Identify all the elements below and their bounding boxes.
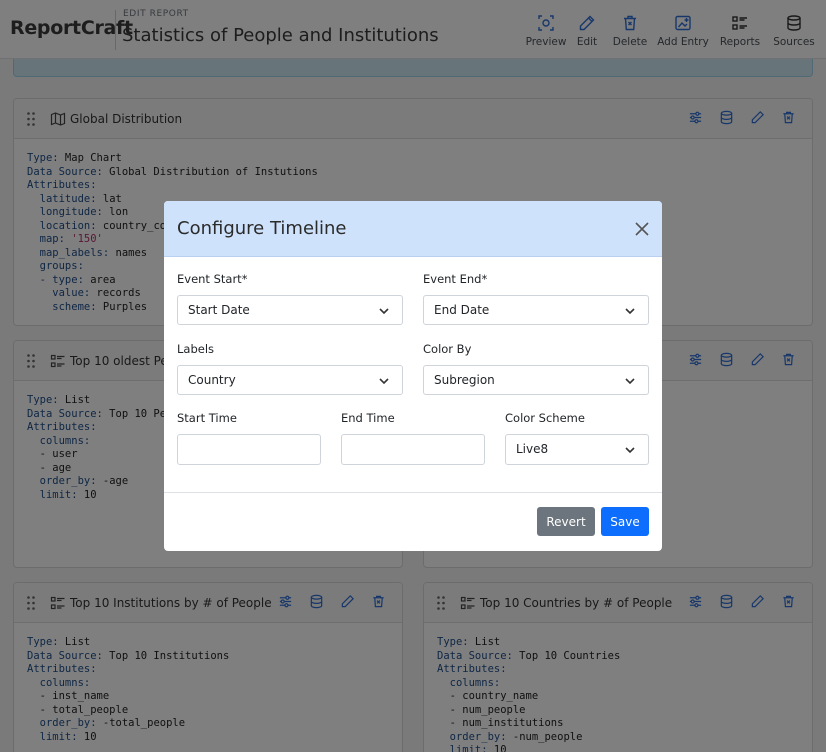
chevron-down-icon — [379, 378, 389, 385]
chevron-down-icon — [625, 447, 635, 454]
revert-button[interactable]: Revert — [537, 507, 595, 536]
color-by-label: Color By — [423, 342, 472, 356]
start-time-input[interactable] — [177, 434, 321, 465]
chevron-down-icon — [625, 308, 635, 315]
chevron-down-icon — [379, 308, 389, 315]
configure-timeline-dialog: Configure Timeline Event Start* Start Da… — [164, 201, 662, 551]
event-start-value: Start Date — [188, 303, 250, 317]
event-start-label: Event Start* — [177, 272, 248, 286]
end-time-label: End Time — [341, 411, 395, 425]
end-time-input[interactable] — [341, 434, 485, 465]
close-icon[interactable] — [632, 219, 652, 239]
labels-label: Labels — [177, 342, 215, 356]
start-time-label: Start Time — [177, 411, 237, 425]
color-by-select[interactable]: Subregion — [423, 365, 649, 395]
color-by-value: Subregion — [434, 373, 495, 387]
color-scheme-value: Live8 — [516, 442, 549, 456]
save-button[interactable]: Save — [601, 507, 649, 536]
event-end-select[interactable]: End Date — [423, 295, 649, 325]
event-end-label: Event End* — [423, 272, 488, 286]
chevron-down-icon — [625, 378, 635, 385]
modal-title: Configure Timeline — [177, 218, 347, 239]
color-scheme-label: Color Scheme — [505, 411, 585, 425]
color-scheme-select[interactable]: Live8 — [505, 434, 649, 465]
event-end-value: End Date — [434, 303, 490, 317]
labels-select[interactable]: Country — [177, 365, 403, 395]
labels-value: Country — [188, 373, 236, 387]
event-start-select[interactable]: Start Date — [177, 295, 403, 325]
modal-footer-divider — [164, 492, 662, 493]
modal-header: Configure Timeline — [164, 201, 662, 257]
